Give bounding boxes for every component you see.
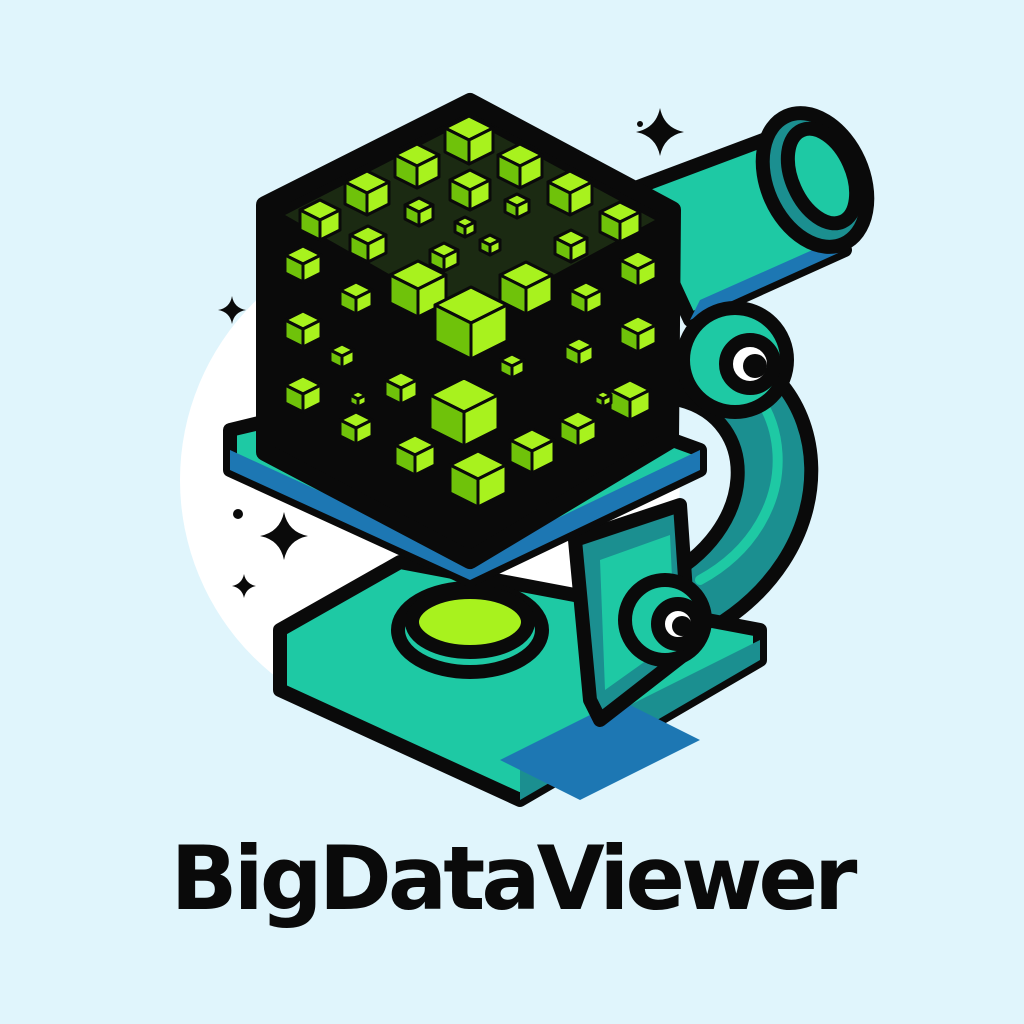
voxel (498, 352, 526, 380)
voxel (328, 342, 356, 370)
voxel (348, 224, 388, 264)
voxel (448, 449, 508, 509)
voxel (393, 142, 441, 190)
focus-knob-lower (618, 573, 712, 667)
voxel (508, 427, 556, 475)
voxel (443, 114, 495, 166)
voxel (558, 409, 598, 449)
voxel (448, 168, 492, 212)
voxel (503, 192, 531, 220)
voxel (403, 196, 435, 228)
voxel (383, 370, 419, 406)
sparkle-dot (637, 121, 643, 127)
voxel (338, 280, 374, 316)
voxel (343, 169, 391, 217)
light-well (391, 581, 549, 679)
voxel (553, 228, 589, 264)
voxel (283, 374, 323, 414)
voxel (496, 142, 544, 190)
voxel (593, 389, 613, 409)
voxel (283, 309, 323, 349)
voxel (568, 280, 604, 316)
microscope-data-cube-icon (180, 93, 875, 807)
voxel (618, 249, 658, 289)
sparkle-dot (233, 509, 243, 519)
voxel (598, 200, 642, 244)
voxel (393, 433, 437, 477)
voxel (338, 410, 374, 446)
voxel (348, 389, 368, 409)
voxel (546, 169, 594, 217)
voxel (283, 244, 323, 284)
voxel (608, 378, 652, 422)
voxel (428, 241, 460, 273)
voxel (618, 314, 658, 354)
voxel (478, 233, 502, 257)
sparkle-icon (636, 108, 684, 156)
voxel (298, 198, 342, 242)
logo-wordmark: BigDataViewer (170, 827, 858, 930)
voxel (563, 336, 595, 368)
focus-knob-upper (676, 301, 794, 419)
voxel (453, 215, 477, 239)
